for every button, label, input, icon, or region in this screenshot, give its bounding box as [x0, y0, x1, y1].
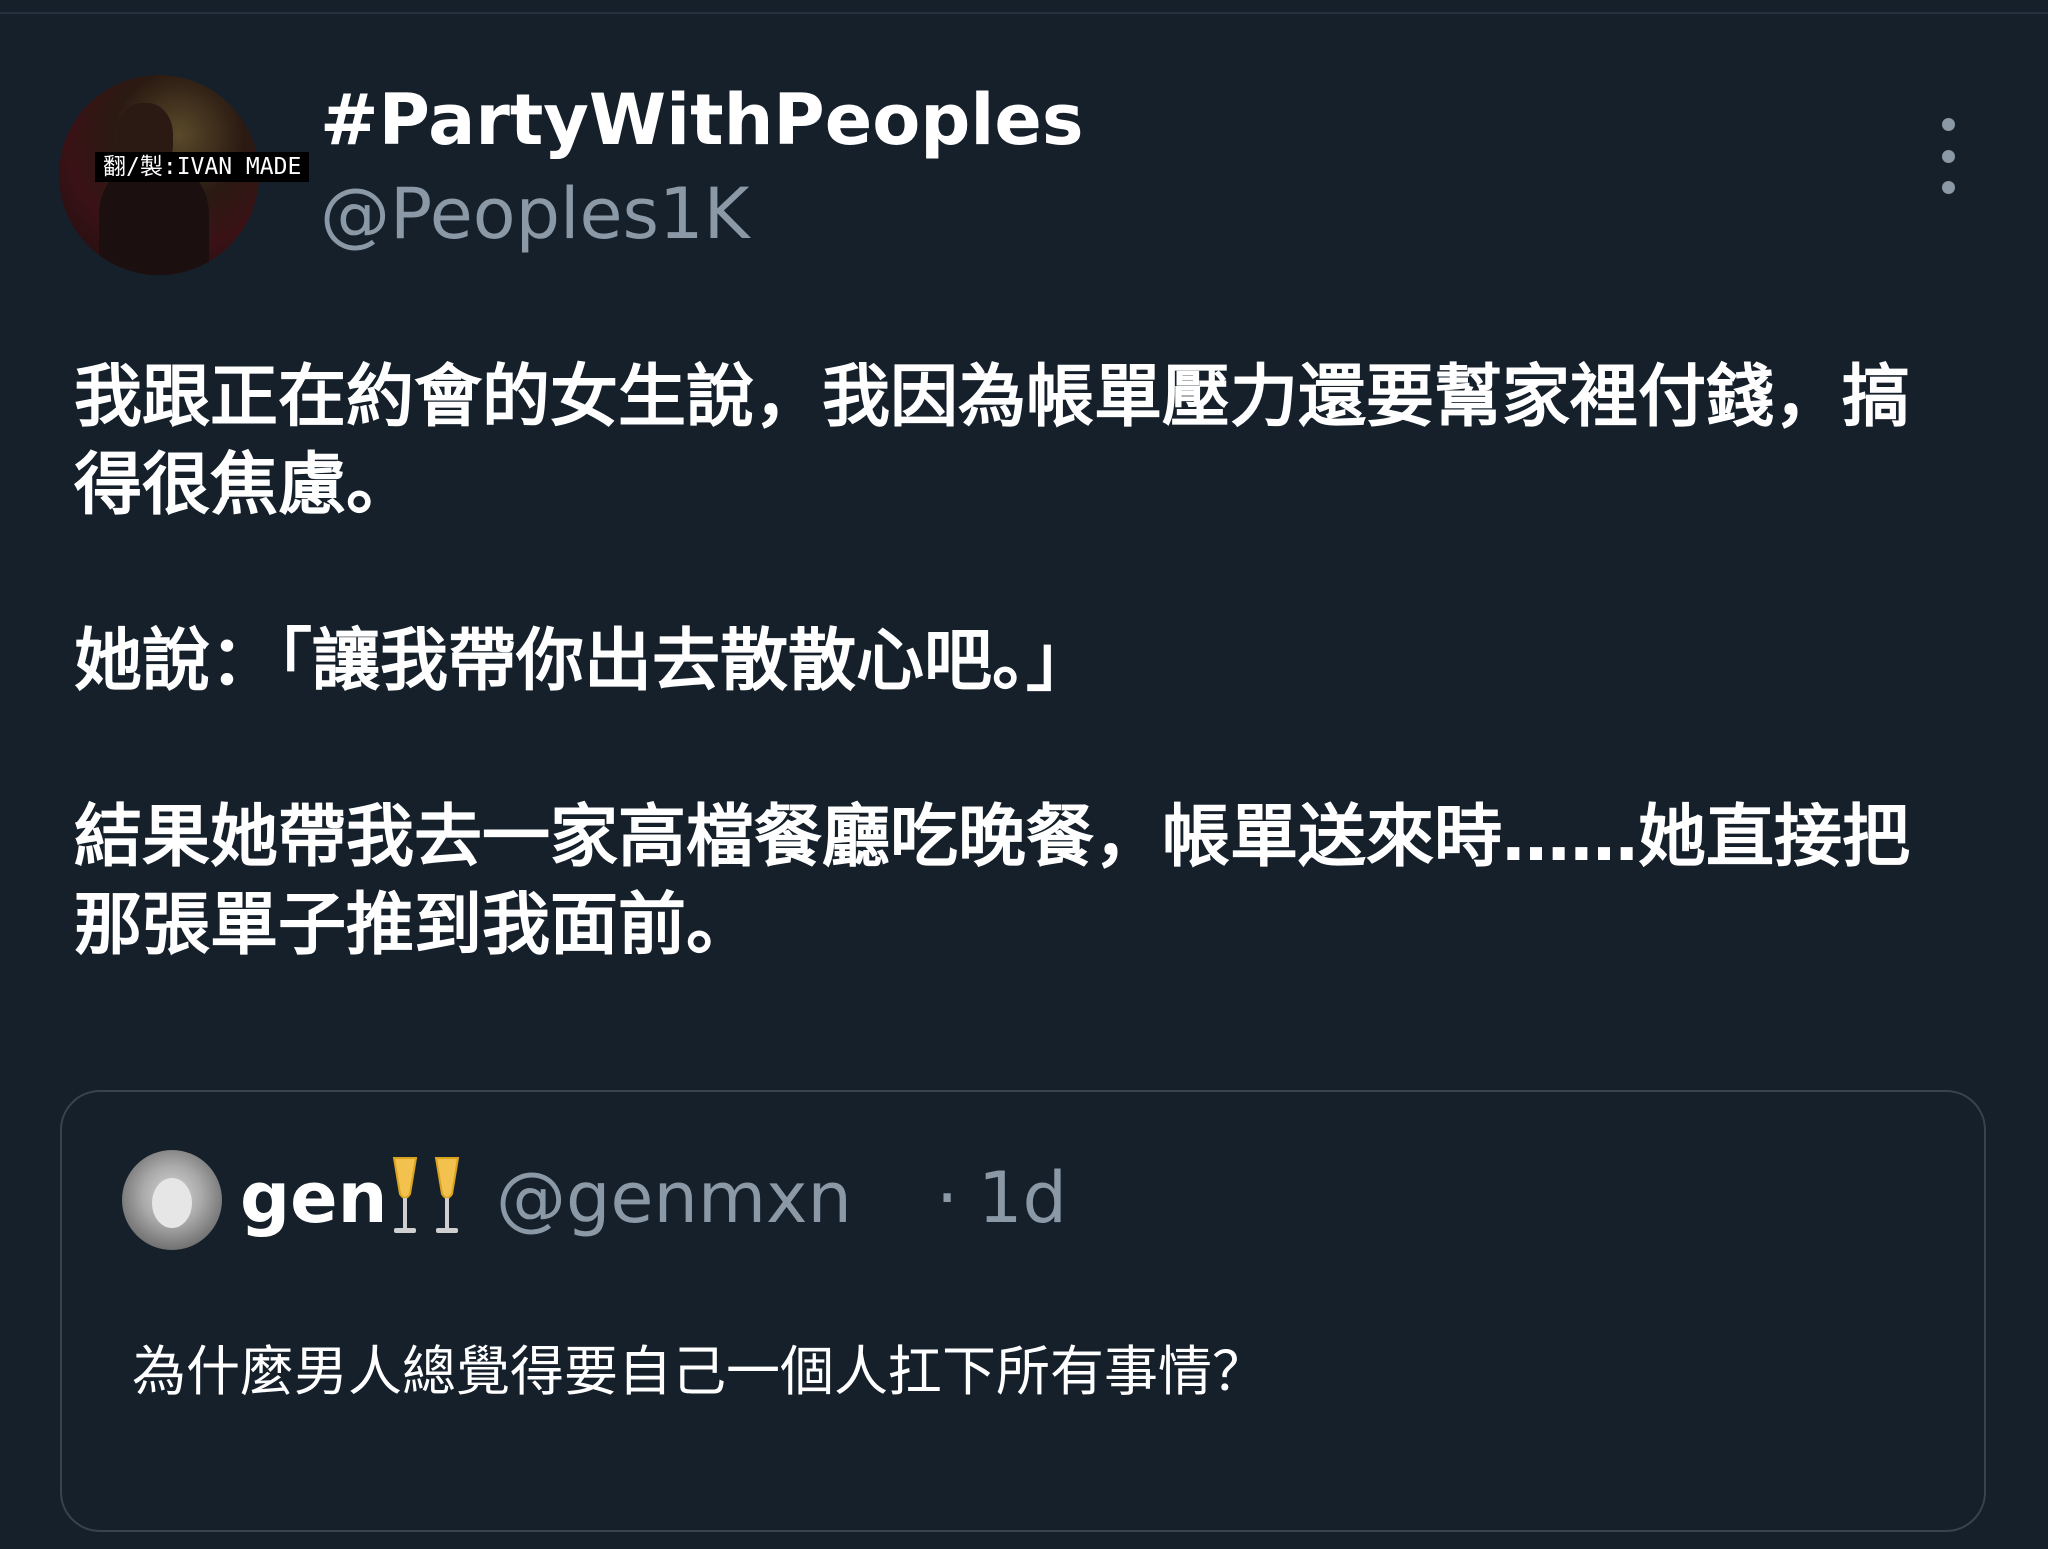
tweet-paragraph: 我跟正在約會的女生說，我因為帳單壓力還要幫家裡付錢，搞得很焦慮。 — [74, 358, 1911, 525]
avatar-watermark: 翻/製:IVAN MADE — [95, 152, 310, 182]
author-handle[interactable]: @Peoples1K — [320, 172, 749, 256]
quoted-tweet-card[interactable]: gen @genmxn · 1d 為什麼男人總覺得要自己一個人扛下所有事情？ — [60, 1090, 1986, 1532]
tweet-text: 我跟正在約會的女生說，我因為帳單壓力還要幫家裡付錢，搞得很焦慮。 她說：「讓我帶… — [74, 354, 1974, 970]
more-options-button[interactable] — [1928, 118, 1968, 194]
more-vertical-icon-dot — [1941, 149, 1955, 163]
tweet: 翻/製:IVAN MADE #PartyWithPeoples @Peoples… — [0, 0, 2048, 1549]
more-vertical-icon — [1941, 118, 1955, 131]
quoted-author-handle[interactable]: @genmxn — [496, 1148, 852, 1248]
tweet-paragraph: 她說：「讓我帶你出去散散心吧。」 — [74, 622, 1095, 701]
meta-separator: · — [936, 1157, 959, 1239]
tweet-paragraph: 結果她帶我去一家高檔餐廳吃晚餐，帳單送來時……她直接把那張單子推到我面前。 — [74, 798, 1911, 965]
author-display-name[interactable]: #PartyWithPeoples — [320, 78, 1084, 162]
clinking-glasses-icon — [392, 1157, 460, 1233]
quoted-tweet-text: 為什麼男人總覺得要自己一個人扛下所有事情？ — [132, 1340, 1266, 1403]
quoted-author-display-name[interactable]: gen — [240, 1148, 387, 1248]
quoted-author-avatar[interactable] — [122, 1150, 222, 1250]
quoted-timestamp[interactable]: 1d — [978, 1148, 1067, 1248]
more-vertical-icon-dot — [1941, 181, 1955, 194]
